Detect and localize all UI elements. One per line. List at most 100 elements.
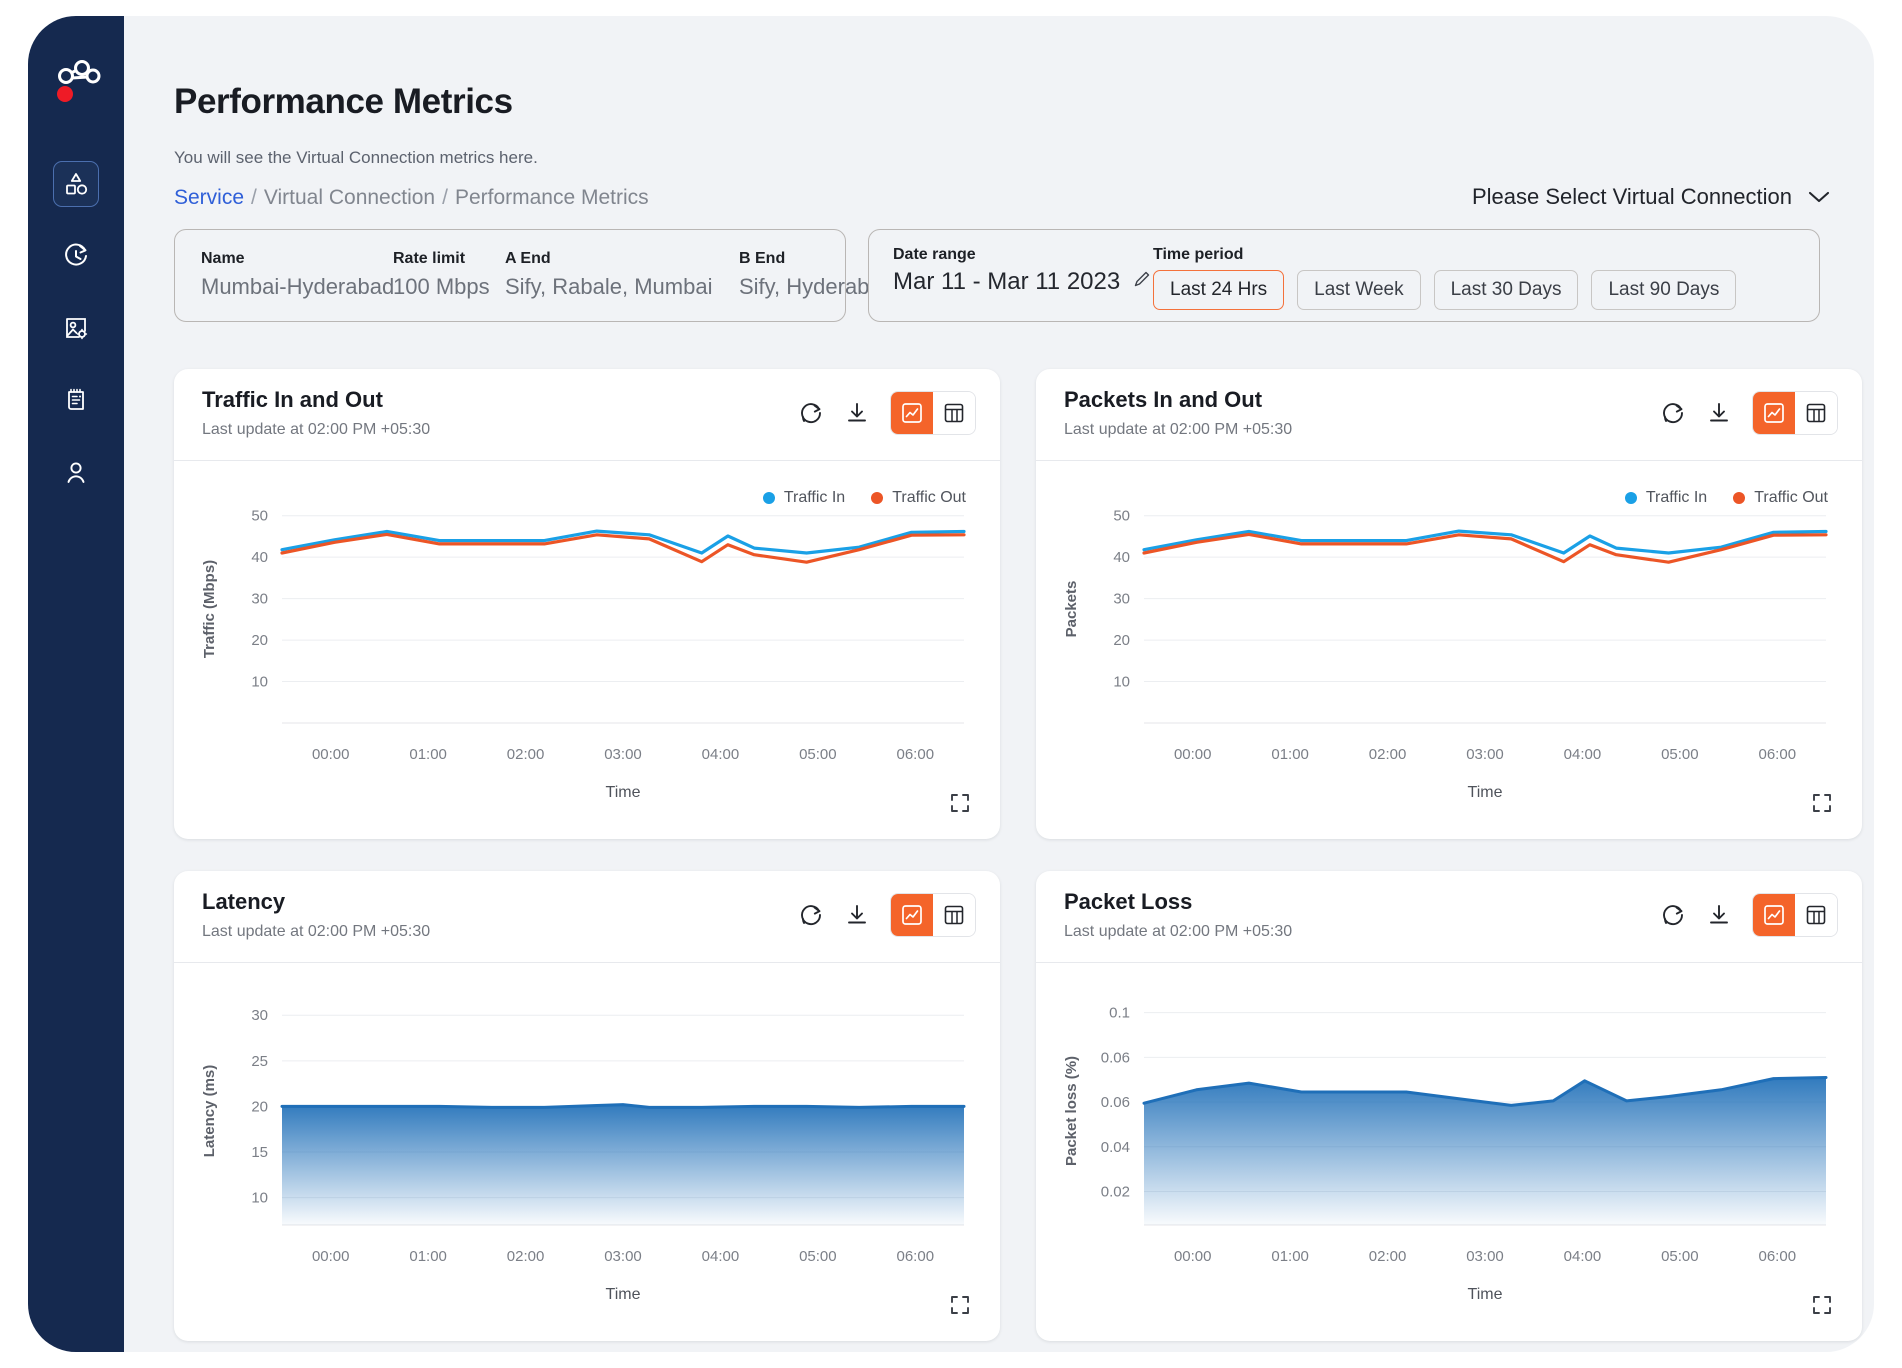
svg-text:30: 30 [251, 591, 268, 608]
period-button-last-24-hrs[interactable]: Last 24 Hrs [1153, 270, 1285, 310]
chart-svg: 0.02 0.04 0.06 0.06 0.1 00:00 01:00 02:00 03:00 0… [1063, 1005, 1828, 1303]
line-chart-icon[interactable] [1753, 392, 1795, 434]
expand-fullscreen-icon[interactable] [1802, 1285, 1842, 1325]
time-period-button-group: Last 24 Hrs Last Week Last 30 Days Last … [1153, 270, 1737, 310]
info-field-label: A End [505, 250, 551, 267]
download-icon[interactable] [1706, 902, 1732, 928]
svg-text:04:00: 04:00 [1564, 1248, 1602, 1265]
line-chart-icon[interactable] [1753, 894, 1795, 936]
sidebar-item-image-settings[interactable] [28, 292, 124, 364]
date-range-panel: Date range Mar 11 - Mar 11 2023 Time per… [868, 229, 1820, 322]
main-content: Performance Metrics You will see the Vir… [124, 16, 1874, 1352]
expand-fullscreen-icon[interactable] [1802, 783, 1842, 823]
svg-text:0.06: 0.06 [1101, 1094, 1130, 1111]
svg-text:50: 50 [1113, 508, 1130, 525]
sidebar-item-dashboard[interactable] [28, 148, 124, 220]
line-chart-icon[interactable] [891, 894, 933, 936]
svg-text:06:00: 06:00 [897, 746, 935, 763]
period-button-last-90-days[interactable]: Last 90 Days [1591, 270, 1737, 310]
card-toolbar [1660, 893, 1838, 937]
virtual-connection-selector-label: Please Select Virtual Connection [1471, 184, 1792, 209]
refresh-icon[interactable] [1660, 400, 1686, 426]
svg-text:03:00: 03:00 [1466, 746, 1504, 763]
card-last-update: Last update at 02:00 PM +05:30 [1064, 923, 1293, 940]
expand-fullscreen-icon[interactable] [940, 783, 980, 823]
svg-text:Latency (ms): Latency (ms) [201, 1065, 218, 1158]
svg-text:03:00: 03:00 [1466, 1248, 1504, 1265]
svg-text:05:00: 05:00 [1661, 1248, 1699, 1265]
svg-text:Traffic (Mbps): Traffic (Mbps) [201, 560, 218, 658]
virtual-connection-selector[interactable]: Please Select Virtual Connection [1472, 184, 1830, 210]
info-field-label: Name [201, 250, 245, 267]
svg-text:15: 15 [251, 1144, 268, 1161]
metric-card-packets: Packets In and Out Last update at 02:00 … [1036, 369, 1862, 839]
svg-text:0.02: 0.02 [1101, 1183, 1130, 1200]
svg-text:01:00: 01:00 [409, 1248, 447, 1265]
info-field-a-end: A End Sify, Rabale, Mumbai [505, 250, 712, 300]
table-grid-icon[interactable] [1795, 894, 1837, 936]
time-period-field: Time period [1153, 246, 1243, 264]
download-icon[interactable] [844, 902, 870, 928]
svg-text:0.04: 0.04 [1101, 1139, 1130, 1156]
pencil-edit-icon[interactable] [1132, 268, 1152, 296]
network-nodes-logo[interactable] [52, 58, 104, 114]
user-profile-icon [53, 449, 99, 495]
download-icon[interactable] [844, 400, 870, 426]
svg-text:Time: Time [1468, 1286, 1503, 1303]
svg-text:04:00: 04:00 [702, 746, 740, 763]
view-toggle-group [890, 391, 976, 435]
breadcrumb-current: Performance Metrics [454, 186, 649, 209]
download-icon[interactable] [1706, 400, 1732, 426]
info-field-label: Rate limit [393, 250, 466, 267]
refresh-icon[interactable] [798, 400, 824, 426]
refresh-icon[interactable] [1660, 902, 1686, 928]
card-toolbar [798, 893, 976, 937]
breadcrumb-link-service[interactable]: Service [174, 186, 244, 210]
date-range-value[interactable]: Mar 11 - Mar 11 2023 [893, 268, 1152, 296]
info-field-name: Name Mumbai-Hyderabad [201, 250, 394, 300]
line-chart-icon[interactable] [891, 392, 933, 434]
svg-text:00:00: 00:00 [312, 1248, 350, 1265]
chart-svg: 10 20 30 40 50 00:00 01:00 02:00 03:00 04:00 05:00… [1063, 508, 1828, 801]
table-grid-icon[interactable] [933, 392, 975, 434]
period-button-last-week[interactable]: Last Week [1297, 270, 1421, 310]
svg-text:04:00: 04:00 [702, 1248, 740, 1265]
shapes-dashboard-icon [53, 161, 99, 207]
svg-text:02:00: 02:00 [1369, 1248, 1407, 1265]
expand-fullscreen-icon[interactable] [940, 1285, 980, 1325]
sidebar-item-invoices[interactable] [28, 364, 124, 436]
svg-text:03:00: 03:00 [604, 1248, 642, 1265]
svg-text:20: 20 [251, 632, 268, 649]
period-button-last-30-days[interactable]: Last 30 Days [1433, 270, 1579, 310]
breadcrumb: Service / Virtual Connection / Performan… [174, 186, 649, 210]
svg-text:Packets: Packets [1063, 581, 1080, 638]
svg-text:20: 20 [251, 1098, 268, 1115]
card-header: Latency Last update at 02:00 PM +05:30 [174, 871, 1000, 963]
info-field-value: 100 Mbps [393, 274, 490, 299]
chevron-down-icon [1808, 184, 1830, 210]
refresh-icon[interactable] [798, 902, 824, 928]
sidebar-item-history[interactable] [28, 220, 124, 292]
svg-text:06:00: 06:00 [897, 1248, 935, 1265]
chart-packet-loss: 0.02 0.04 0.06 0.06 0.1 00:00 01:00 02:00 03:00 0… [1036, 963, 1862, 1341]
metric-card-packet-loss: Packet Loss Last update at 02:00 PM +05:… [1036, 871, 1862, 1341]
date-range-text: Mar 11 - Mar 11 2023 [893, 268, 1121, 295]
breadcrumb-virtual-connection[interactable]: Virtual Connection [264, 186, 435, 210]
date-range-label: Date range [893, 246, 976, 263]
svg-text:00:00: 00:00 [1174, 746, 1212, 763]
table-grid-icon[interactable] [1795, 392, 1837, 434]
metric-card-traffic: Traffic In and Out Last update at 02:00 … [174, 369, 1000, 839]
card-last-update: Last update at 02:00 PM +05:30 [202, 421, 431, 438]
svg-text:01:00: 01:00 [1271, 1248, 1309, 1265]
sidebar-item-profile[interactable] [28, 436, 124, 508]
svg-text:Time: Time [606, 784, 641, 801]
svg-text:Time: Time [606, 1286, 641, 1303]
svg-text:Packet loss (%): Packet loss (%) [1063, 1056, 1080, 1166]
table-grid-icon[interactable] [933, 894, 975, 936]
metric-card-latency: Latency Last update at 02:00 PM +05:30 1… [174, 871, 1000, 1341]
card-title: Latency [202, 889, 286, 914]
svg-text:00:00: 00:00 [312, 746, 350, 763]
card-header: Traffic In and Out Last update at 02:00 … [174, 369, 1000, 461]
svg-text:50: 50 [251, 508, 268, 525]
chart-latency: 10 15 20 25 30 00:00 01:00 02:00 03:00 04:00 05:00… [174, 963, 1000, 1341]
